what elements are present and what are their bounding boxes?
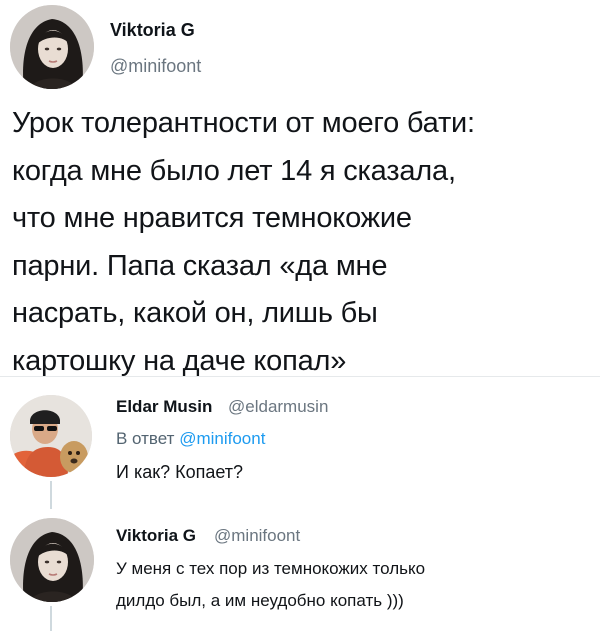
avatar-photo-icon bbox=[10, 518, 94, 602]
reply-text: И как? Копает? bbox=[116, 462, 244, 482]
reply-author-name[interactable]: Viktoria G bbox=[116, 526, 196, 546]
reply-author-handle[interactable]: @minifoont bbox=[214, 526, 300, 546]
thread-line bbox=[50, 606, 52, 631]
avatar-photo-icon bbox=[10, 5, 94, 89]
avatar-eldar[interactable] bbox=[10, 395, 92, 477]
avatar-photo-icon bbox=[10, 395, 92, 477]
tweet-text-line: Урок толерантности от моего бати: bbox=[12, 107, 475, 139]
tweet-text-line: что мне нравится темнокожие bbox=[12, 202, 412, 234]
avatar-viktoria-reply[interactable] bbox=[10, 518, 94, 602]
tweet-text-line: парни. Папа сказал «да мне bbox=[12, 249, 388, 282]
reply-text-line: дилдо был, а им неудобно копать ))) bbox=[116, 591, 404, 610]
reply-text-line: У меня с тех пор из темнокожих только bbox=[116, 559, 426, 578]
author-name[interactable]: Viktoria G bbox=[110, 20, 195, 41]
tweet-text-line: картошку на даче копал» bbox=[12, 344, 347, 377]
divider bbox=[0, 376, 600, 377]
tweet-text-line: насрать, какой он, лишь бы bbox=[12, 297, 378, 329]
thread-line bbox=[50, 481, 52, 509]
reply-to-mention[interactable]: @minifoont bbox=[179, 429, 265, 448]
avatar-viktoria[interactable] bbox=[10, 5, 94, 89]
reply-author-name[interactable]: Eldar Musin bbox=[116, 397, 212, 417]
reply-to-line: В ответ @minifoont bbox=[116, 429, 265, 449]
tweet-text: Урок толерантности от моего бати: когда … bbox=[12, 100, 592, 385]
reply-to-prefix: В ответ bbox=[116, 429, 175, 448]
tweet-text-line: когда мне было лет 14 я сказала, bbox=[12, 154, 456, 187]
reply-author-handle[interactable]: @eldarmusin bbox=[228, 397, 328, 417]
author-handle[interactable]: @minifoont bbox=[110, 56, 201, 77]
